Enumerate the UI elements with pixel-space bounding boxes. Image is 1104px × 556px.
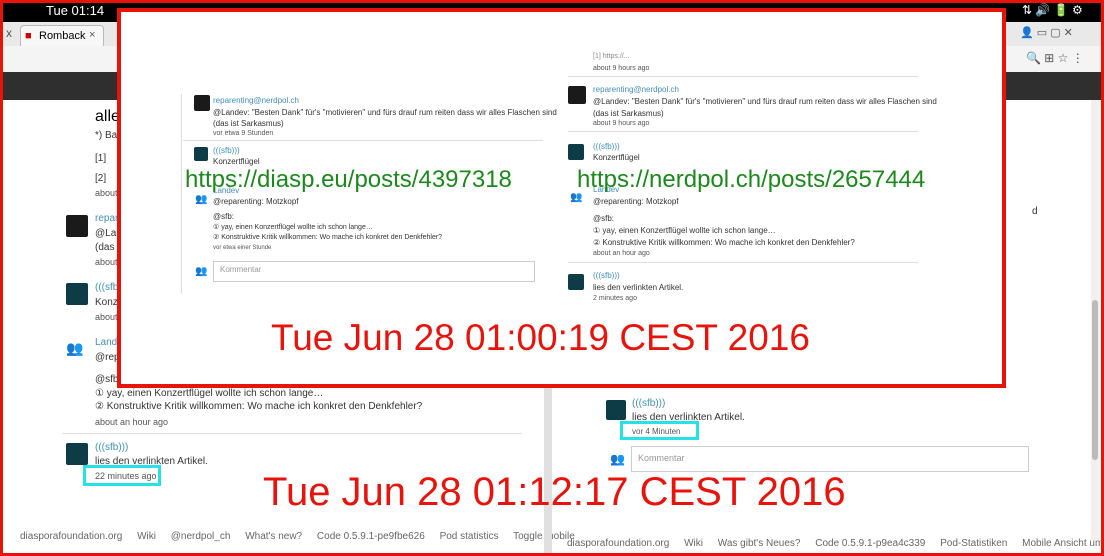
avatar-sfb[interactable] bbox=[568, 144, 584, 160]
inner-left-reparenting-name[interactable]: reparenting@nerdpol.ch bbox=[213, 96, 299, 105]
inner-left-reparenting-text1: @Landev: "Besten Dank" für's "motivieren… bbox=[213, 108, 557, 117]
divider bbox=[568, 131, 918, 132]
avatar-landev-icon[interactable]: 👥 bbox=[66, 340, 83, 357]
inner-right-landev-line3: ① yay, einen Konzertflügel wollte ich sc… bbox=[593, 226, 776, 235]
footer-link[interactable]: Mobile Ansicht umschalten bbox=[1022, 538, 1104, 549]
inner-comment-input[interactable]: Kommentar bbox=[213, 261, 535, 282]
inner-right-reparenting-text1: @Landev: "Besten Dank" für's "motivieren… bbox=[593, 97, 937, 106]
inner-left-sfb-text: Konzertflügel bbox=[213, 157, 260, 166]
left-ref1: [1] bbox=[95, 153, 107, 164]
tab-favicon-icon: ■ bbox=[25, 30, 32, 42]
avatar-sfb-2[interactable] bbox=[66, 443, 88, 465]
inner-left-reparenting-time: vor etwa 9 Stunden bbox=[213, 130, 274, 137]
browser-tab[interactable]: ■ Romback × bbox=[20, 25, 104, 46]
inner-left-reparenting-text2: (das ist Sarkasmus) bbox=[213, 119, 284, 128]
avatar-sfb-right[interactable] bbox=[606, 400, 626, 420]
inner-right-sfb2-text: lies den verlinkten Artikel. bbox=[593, 283, 684, 292]
tab-close-icon[interactable]: × bbox=[89, 29, 95, 41]
left-about: about bbox=[95, 188, 118, 198]
inner-right-sfb2-time: 2 minutes ago bbox=[593, 295, 637, 302]
inner-right-top-time: about 9 hours ago bbox=[593, 65, 650, 72]
left-landev-line3: ① yay, einen Konzertflügel wollte ich sc… bbox=[95, 388, 324, 399]
avatar-reparenting[interactable] bbox=[568, 86, 586, 104]
right-scrollbar[interactable] bbox=[1091, 100, 1099, 540]
inner-left-landev-line1: @reparenting: Motzkopf bbox=[213, 197, 299, 206]
footer-link[interactable]: What's new? bbox=[245, 531, 302, 542]
footer-link[interactable]: Wiki bbox=[137, 531, 156, 542]
inner-right-sfb2-name[interactable]: (((sfb))) bbox=[593, 271, 620, 280]
system-clock: Tue 01:14 bbox=[46, 3, 105, 18]
inner-right-sfb1-text: Konzertflügel bbox=[593, 153, 640, 162]
left-reparenting-text1: @La bbox=[95, 228, 117, 239]
divider bbox=[62, 433, 522, 434]
right-trailing-text: d bbox=[1032, 206, 1038, 217]
left-footnote: *) Ba bbox=[95, 130, 118, 141]
inner-right-reparenting-text2: (das ist Sarkasmus) bbox=[593, 109, 664, 118]
right-sfb-time: vor 4 Minuten bbox=[632, 427, 681, 436]
window-controls[interactable]: 👤 ▭ ▢ ✕ bbox=[1020, 26, 1100, 42]
url-right[interactable]: https://nerdpol.ch/posts/2657444 bbox=[577, 166, 925, 194]
inner-right-sfb1-name[interactable]: (((sfb))) bbox=[593, 142, 620, 151]
inner-right-landev-line1: @reparenting: Motzkopf bbox=[593, 197, 679, 206]
inner-right-reparenting-time: about 9 hours ago bbox=[593, 120, 650, 127]
divider bbox=[183, 140, 543, 141]
tab-prev-fragment[interactable]: x bbox=[6, 26, 16, 42]
inner-left-landev-time: vor etwa einer Stunde bbox=[213, 245, 272, 251]
avatar-reparenting[interactable] bbox=[194, 95, 210, 111]
inner-right-landev-line4: ② Konstruktive Kritik willkommen: Wo mac… bbox=[593, 238, 855, 247]
avatar-sfb-2[interactable] bbox=[568, 274, 584, 290]
toolbar-icons[interactable]: 🔍 ⊞ ☆ ⋮ bbox=[1026, 51, 1084, 65]
commenter-avatar-icon: 👥 bbox=[610, 452, 625, 466]
avatar-reparenting[interactable] bbox=[66, 215, 88, 237]
left-landev-name[interactable]: Land bbox=[95, 337, 117, 348]
avatar-landev-icon[interactable]: 👥 bbox=[195, 194, 207, 205]
inner-left-sfb-name[interactable]: (((sfb))) bbox=[213, 146, 240, 155]
tab-label: Romback bbox=[39, 30, 86, 42]
avatar-sfb[interactable] bbox=[66, 283, 88, 305]
inner-right-landev-line2: @sfb: bbox=[593, 214, 615, 223]
left-sfb2-time: 22 minutes ago bbox=[95, 471, 157, 481]
left-sfb2-name[interactable]: (((sfb))) bbox=[95, 442, 128, 453]
inner-right-reparenting-name[interactable]: reparenting@nerdpol.ch bbox=[593, 85, 679, 94]
highlight-left-time: 22 minutes ago bbox=[83, 465, 161, 486]
outer-timestamp: Tue Jun 28 01:12:17 CEST 2016 bbox=[263, 470, 846, 514]
left-reparenting-time: about bbox=[95, 257, 118, 267]
footer-link[interactable]: Pod statistics bbox=[440, 531, 499, 542]
inner-left-landev-line3: ① yay, einen Konzertflügel wollte ich sc… bbox=[213, 224, 373, 231]
footer-link[interactable]: Pod-Statistiken bbox=[940, 538, 1007, 549]
inner-left-landev-line4: ② Konstruktive Kritik willkommen: Wo mac… bbox=[213, 234, 443, 241]
inner-right-landev-time: about an hour ago bbox=[593, 250, 650, 257]
avatar-sfb[interactable] bbox=[194, 147, 208, 161]
comment-input[interactable]: Kommentar bbox=[631, 446, 1029, 472]
commenter-avatar-icon: 👥 bbox=[195, 266, 208, 277]
right-sfb-name[interactable]: (((sfb))) bbox=[632, 398, 665, 409]
inner-left-landev-line2: @sfb: bbox=[213, 212, 235, 221]
inner-right-top-fragment: [1] https://... bbox=[593, 53, 630, 60]
left-reparenting-text2: (das bbox=[95, 242, 115, 253]
left-ref2: [2] bbox=[95, 173, 107, 184]
left-sfb1-time: about bbox=[95, 312, 118, 322]
highlight-right-time: vor 4 Minuten bbox=[620, 421, 699, 440]
inner-screenshot-overlay: reparenting@nerdpol.ch @Landev: "Besten … bbox=[117, 8, 1006, 388]
url-left[interactable]: https://diasp.eu/posts/4397318 bbox=[185, 166, 512, 194]
left-landev-line4: ② Konstruktive Kritik willkommen: Wo mac… bbox=[95, 401, 423, 412]
footer-link[interactable]: Was gibt's Neues? bbox=[718, 538, 801, 549]
left-reparenting-name[interactable]: repar bbox=[95, 213, 118, 224]
footer-link[interactable]: diasporafoundation.org bbox=[567, 538, 669, 549]
left-footer: diasporafoundation.org Wiki @nerdpol_ch … bbox=[20, 531, 587, 542]
divider bbox=[568, 262, 918, 263]
system-tray-icons[interactable]: ⇅ 🔊 🔋 ⚙ bbox=[1022, 3, 1083, 17]
inner-timestamp: Tue Jun 28 01:00:19 CEST 2016 bbox=[271, 317, 810, 358]
right-footer: diasporafoundation.org Wiki Was gibt's N… bbox=[567, 538, 1104, 549]
footer-link[interactable]: Code 0.5.9.1-p9ea4c339 bbox=[815, 538, 925, 549]
footer-link[interactable]: @nerdpol_ch bbox=[171, 531, 231, 542]
footer-link[interactable]: Code 0.5.9.1-pe9fbe626 bbox=[317, 531, 425, 542]
left-landev-time: about an hour ago bbox=[95, 417, 169, 427]
left-sfb1-text: Konz bbox=[95, 297, 118, 308]
inner-left-border bbox=[181, 94, 182, 294]
divider bbox=[568, 76, 918, 77]
footer-link[interactable]: Wiki bbox=[684, 538, 703, 549]
footer-link[interactable]: diasporafoundation.org bbox=[20, 531, 122, 542]
